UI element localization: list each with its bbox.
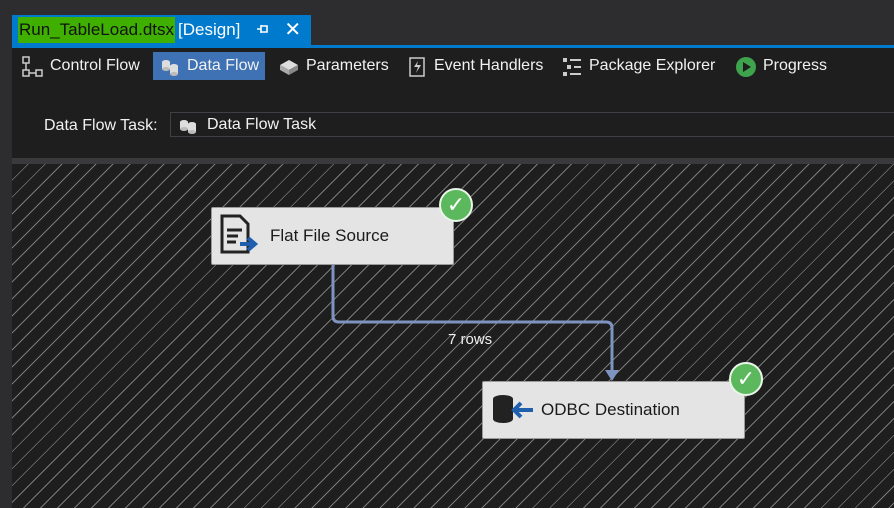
tab-control-flow-label: Control Flow — [50, 57, 140, 74]
progress-play-icon — [735, 56, 756, 77]
odbc-destination-component[interactable]: ODBC Destination — [482, 381, 745, 439]
document-tab[interactable]: Run_TableLoad.dtsx [Design] ✕ — [12, 15, 311, 45]
tab-parameters[interactable]: Parameters — [272, 52, 395, 80]
odbc-destination-label: ODBC Destination — [541, 400, 680, 419]
flat-file-source-icon — [212, 208, 270, 264]
tab-parameters-label: Parameters — [306, 57, 389, 74]
data-path-label: 7 rows — [448, 331, 493, 348]
tab-event-handlers-label: Event Handlers — [434, 57, 544, 74]
tab-package-explorer-label: Package Explorer — [589, 57, 716, 74]
package-explorer-icon — [561, 56, 581, 76]
tab-control-flow[interactable]: Control Flow — [16, 52, 146, 80]
odbc-destination-icon — [483, 382, 541, 438]
document-mode: [Design] — [178, 20, 241, 39]
pin-icon[interactable] — [256, 22, 270, 38]
control-flow-icon — [22, 56, 43, 77]
tab-package-explorer[interactable]: Package Explorer — [555, 52, 721, 80]
tab-data-flow-label: Data Flow — [187, 57, 260, 74]
event-handlers-icon — [406, 56, 426, 77]
tab-progress[interactable]: Progress — [729, 52, 833, 80]
flat-file-source-label: Flat File Source — [270, 226, 390, 245]
task-selector-value: Data Flow Task — [207, 115, 317, 133]
document-tab-strip: Run_TableLoad.dtsx [Design] ✕ — [0, 0, 894, 48]
design-canvas[interactable]: 7 rows Flat File Source ✓ ODBC Destinati… — [12, 164, 894, 508]
data-flow-task-icon — [177, 115, 197, 135]
task-selector-dropdown[interactable]: Data Flow Task — [170, 112, 894, 137]
tab-event-handlers[interactable]: Event Handlers — [400, 52, 549, 80]
parameters-icon — [278, 56, 298, 76]
task-selector-bar: Data Flow Task: Data Flow Task — [12, 88, 894, 158]
data-flow-icon — [159, 56, 179, 76]
task-selector-label: Data Flow Task: — [44, 117, 158, 134]
tab-data-flow[interactable]: Data Flow — [153, 52, 266, 80]
close-icon[interactable]: ✕ — [284, 20, 301, 40]
success-check-icon: ✓ — [729, 362, 763, 396]
designer-tabs: Control Flow Data Flow Parameters Event … — [12, 48, 894, 88]
document-filename: Run_TableLoad.dtsx — [18, 17, 176, 43]
success-check-icon: ✓ — [439, 188, 473, 222]
tab-progress-label: Progress — [763, 57, 828, 74]
flat-file-source-component[interactable]: Flat File Source — [211, 207, 454, 265]
